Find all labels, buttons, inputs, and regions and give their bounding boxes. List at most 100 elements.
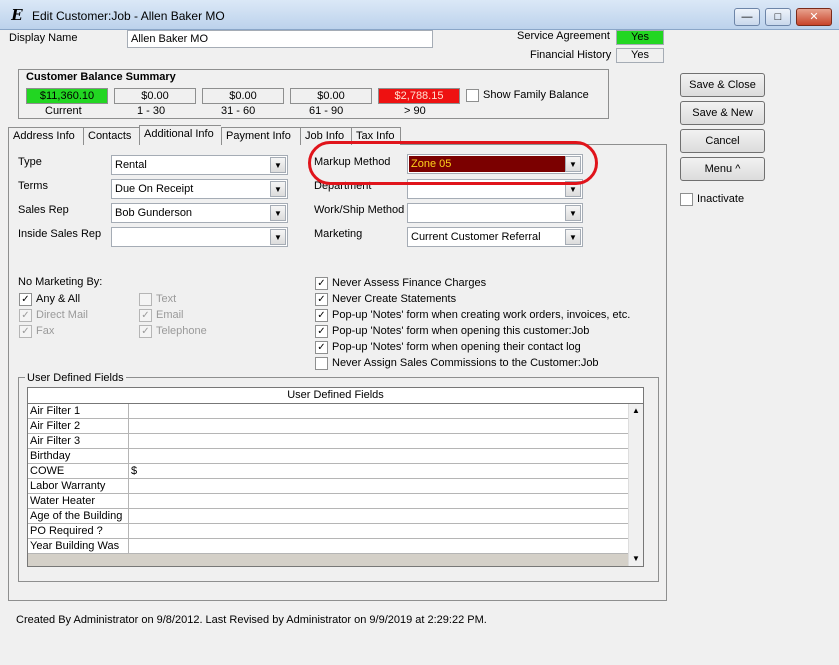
any-all-checkbox[interactable]: ✓ bbox=[19, 293, 32, 306]
table-row[interactable]: COWE $ bbox=[28, 464, 628, 479]
udf-key: Air Filter 2 bbox=[28, 419, 129, 434]
scroll-down-icon[interactable]: ▼ bbox=[632, 554, 640, 563]
udf-key: COWE bbox=[28, 464, 129, 479]
never-assess-finance-checkbox[interactable]: ✓ bbox=[315, 277, 328, 290]
service-agreement-value[interactable]: Yes bbox=[616, 30, 664, 45]
table-row[interactable]: PO Required ? bbox=[28, 524, 628, 539]
marketing-label: Marketing bbox=[314, 228, 363, 240]
sales-rep-value: Bob Gunderson bbox=[115, 207, 193, 219]
popup-notes-customer-label: Pop-up 'Notes' form when opening this cu… bbox=[332, 325, 590, 337]
table-row[interactable]: Birthday bbox=[28, 449, 628, 464]
never-create-statements-label: Never Create Statements bbox=[332, 293, 457, 305]
inactivate-checkbox[interactable] bbox=[680, 193, 693, 206]
display-name-label: Display Name bbox=[9, 32, 78, 44]
chevron-down-icon[interactable]: ▼ bbox=[270, 205, 286, 221]
balance-1-30-amount[interactable]: $0.00 bbox=[114, 88, 196, 104]
popup-notes-customer-checkbox[interactable]: ✓ bbox=[315, 325, 328, 338]
udf-value[interactable]: $ bbox=[131, 464, 137, 478]
fax-label: Fax bbox=[36, 325, 55, 337]
table-row[interactable]: Age of the Building bbox=[28, 509, 628, 524]
balance-31-60-label: 31 - 60 bbox=[221, 105, 256, 117]
title-bar[interactable]: E Edit Customer:Job - Allen Baker MO — □… bbox=[0, 0, 839, 30]
type-label: Type bbox=[18, 156, 42, 168]
chevron-down-icon[interactable]: ▼ bbox=[565, 229, 581, 245]
direct-mail-label: Direct Mail bbox=[36, 309, 88, 321]
tab-additional-info[interactable]: Additional Info bbox=[139, 125, 221, 145]
window-title: Edit Customer:Job - Allen Baker MO bbox=[32, 9, 225, 23]
table-row[interactable]: Year Building Was bbox=[28, 539, 628, 554]
telephone-label: Telephone bbox=[156, 325, 207, 337]
table-row[interactable]: Water Heater bbox=[28, 494, 628, 509]
udf-key: Birthday bbox=[28, 449, 129, 464]
balance-31-60-amount[interactable]: $0.00 bbox=[202, 88, 284, 104]
direct-mail-checkbox[interactable]: ✓ bbox=[19, 309, 32, 322]
maximize-icon[interactable]: □ bbox=[765, 8, 791, 26]
table-row[interactable]: Air Filter 2 bbox=[28, 419, 628, 434]
show-family-balance-checkbox[interactable] bbox=[466, 89, 479, 102]
no-marketing-label: No Marketing By: bbox=[18, 276, 103, 288]
tab-address-info[interactable]: Address Info bbox=[8, 127, 83, 145]
popup-notes-contact-log-label: Pop-up 'Notes' form when opening their c… bbox=[332, 341, 581, 353]
balance-1-30-label: 1 - 30 bbox=[137, 105, 166, 117]
any-all-label: Any & All bbox=[36, 293, 81, 305]
never-assign-commissions-checkbox[interactable] bbox=[315, 357, 328, 370]
financial-history-label: Financial History bbox=[530, 49, 612, 61]
table-row[interactable]: Labor Warranty bbox=[28, 479, 628, 494]
inside-sales-rep-label: Inside Sales Rep bbox=[18, 228, 102, 240]
terms-combo[interactable]: Due On Receipt ▼ bbox=[111, 179, 288, 199]
financial-history-value[interactable]: Yes bbox=[616, 48, 664, 63]
udf-group-label: User Defined Fields bbox=[25, 372, 126, 384]
udf-key: Water Heater bbox=[28, 494, 129, 509]
sales-rep-label: Sales Rep bbox=[18, 204, 69, 216]
balance-over-90-amount[interactable]: $2,788.15 bbox=[378, 88, 460, 104]
balance-current-amount[interactable]: $11,360.10 bbox=[26, 88, 108, 104]
sales-rep-combo[interactable]: Bob Gunderson ▼ bbox=[111, 203, 288, 223]
udf-key: Age of the Building bbox=[28, 509, 129, 524]
show-family-balance-label: Show Family Balance bbox=[483, 89, 589, 101]
minimize-icon[interactable]: — bbox=[734, 8, 760, 26]
work-ship-method-label: Work/Ship Method bbox=[314, 204, 405, 216]
inside-sales-rep-combo[interactable]: ▼ bbox=[111, 227, 288, 247]
save-close-button[interactable]: Save & Close bbox=[680, 73, 765, 97]
fax-checkbox[interactable]: ✓ bbox=[19, 325, 32, 338]
type-combo[interactable]: Rental ▼ bbox=[111, 155, 288, 175]
never-assign-commissions-label: Never Assign Sales Commissions to the Cu… bbox=[332, 357, 599, 369]
balance-over-90-label: > 90 bbox=[404, 105, 426, 117]
cancel-button[interactable]: Cancel bbox=[680, 129, 765, 153]
popup-notes-contact-log-checkbox[interactable]: ✓ bbox=[315, 341, 328, 354]
table-row[interactable]: Air Filter 3 bbox=[28, 434, 628, 449]
never-assess-finance-label: Never Assess Finance Charges bbox=[332, 277, 487, 289]
display-name-field[interactable]: Allen Baker MO bbox=[127, 30, 433, 48]
marketing-value: Current Customer Referral bbox=[411, 231, 541, 243]
table-row[interactable]: Air Filter 1 bbox=[28, 404, 628, 419]
text-checkbox[interactable] bbox=[139, 293, 152, 306]
popup-notes-work-orders-label: Pop-up 'Notes' form when creating work o… bbox=[332, 309, 631, 321]
balance-summary-title: Customer Balance Summary bbox=[26, 71, 176, 83]
terms-value: Due On Receipt bbox=[115, 183, 194, 195]
never-create-statements-checkbox[interactable]: ✓ bbox=[315, 293, 328, 306]
popup-notes-work-orders-checkbox[interactable]: ✓ bbox=[315, 309, 328, 322]
email-checkbox[interactable]: ✓ bbox=[139, 309, 152, 322]
work-ship-method-combo[interactable]: ▼ bbox=[407, 203, 583, 223]
udf-key: Labor Warranty bbox=[28, 479, 129, 494]
udf-grid[interactable]: User Defined Fields Air Filter 1 Air Fil… bbox=[27, 387, 644, 567]
tab-contacts[interactable]: Contacts bbox=[83, 127, 139, 145]
udf-scrollbar[interactable]: ▲ ▼ bbox=[628, 404, 643, 566]
udf-key: Air Filter 3 bbox=[28, 434, 129, 449]
chevron-down-icon[interactable]: ▼ bbox=[565, 205, 581, 221]
tab-payment-info[interactable]: Payment Info bbox=[221, 127, 300, 145]
type-value: Rental bbox=[115, 159, 147, 171]
save-new-button[interactable]: Save & New bbox=[680, 101, 765, 125]
scroll-up-icon[interactable]: ▲ bbox=[632, 406, 640, 415]
chevron-down-icon[interactable]: ▼ bbox=[270, 181, 286, 197]
app-logo-icon: E bbox=[11, 6, 23, 24]
chevron-down-icon[interactable]: ▼ bbox=[270, 157, 286, 173]
balance-61-90-amount[interactable]: $0.00 bbox=[290, 88, 372, 104]
inactivate-label: Inactivate bbox=[697, 193, 745, 205]
marketing-combo[interactable]: Current Customer Referral ▼ bbox=[407, 227, 583, 247]
menu-button[interactable]: Menu ^ bbox=[680, 157, 765, 181]
email-label: Email bbox=[156, 309, 184, 321]
telephone-checkbox[interactable]: ✓ bbox=[139, 325, 152, 338]
close-icon[interactable]: ✕ bbox=[796, 8, 832, 26]
chevron-down-icon[interactable]: ▼ bbox=[270, 229, 286, 245]
